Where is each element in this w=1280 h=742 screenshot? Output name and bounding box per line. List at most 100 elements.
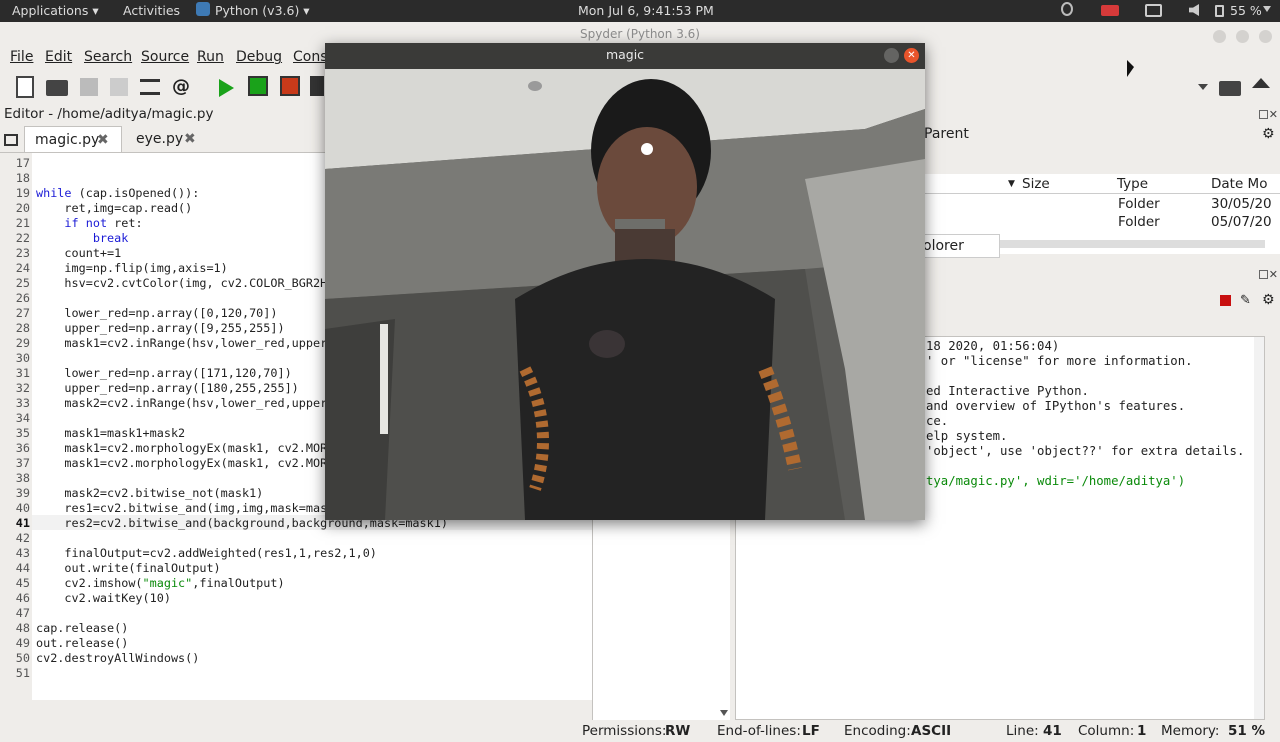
code-line[interactable]: ret,img=cap.read()	[36, 201, 192, 215]
line-number: 44	[15, 561, 30, 575]
line-number: 49	[15, 636, 30, 650]
activities-button[interactable]: Activities	[123, 3, 180, 18]
code-line[interactable]: out.release()	[36, 636, 128, 650]
tab-file-explorer[interactable]: olorer	[920, 234, 1000, 258]
at-icon[interactable]: @	[172, 76, 194, 98]
code-line[interactable]: upper_red=np.array([9,255,255])	[36, 321, 284, 335]
line-number: 23	[15, 246, 30, 260]
close-tab-icon[interactable]: ✖	[184, 126, 196, 152]
code-line[interactable]: out.write(finalOutput)	[36, 561, 220, 575]
tab-eye-py[interactable]: eye.py ✖	[126, 126, 216, 152]
code-line[interactable]: cv2.destroyAllWindows()	[36, 651, 199, 665]
list-icon[interactable]	[140, 79, 160, 95]
console-scrollbar[interactable]	[1254, 337, 1264, 719]
maximize-button[interactable]	[1236, 30, 1250, 43]
code-line[interactable]: mask2=cv2.bitwise_not(mask1)	[36, 486, 263, 500]
menu-debug[interactable]: Debug	[236, 49, 282, 65]
code-line[interactable]: res1=cv2.bitwise_and(img,img,mask=mask2)	[36, 501, 348, 515]
run-cell-advance-icon[interactable]	[280, 76, 300, 96]
stop-kernel-icon[interactable]	[1220, 295, 1231, 306]
directory-dropdown-chevron-icon[interactable]	[1198, 84, 1208, 90]
save-icon[interactable]	[80, 78, 98, 96]
magic-window-titlebar[interactable]: magic ✕	[325, 43, 925, 69]
line-label: Line:	[1006, 723, 1039, 739]
line-number: 37	[15, 456, 30, 470]
column-size[interactable]: Size	[1022, 176, 1050, 192]
parent-directory-label[interactable]: Parent	[924, 126, 969, 142]
gear-icon[interactable]: ⚙	[1262, 292, 1275, 308]
browse-folder-icon[interactable]	[1219, 81, 1241, 96]
system-menu-chevron-icon[interactable]	[1263, 6, 1271, 12]
code-line[interactable]: break	[36, 231, 129, 245]
menu-edit[interactable]: Edit	[45, 49, 72, 65]
code-line[interactable]: count+=1	[36, 246, 121, 260]
close-button[interactable]	[1259, 30, 1272, 43]
code-line[interactable]: finalOutput=cv2.addWeighted(res1,1,res2,…	[36, 546, 377, 560]
clock[interactable]: Mon Jul 6, 9:41:53 PM	[578, 3, 714, 18]
minimize-button[interactable]	[884, 48, 899, 63]
line-number: 40	[15, 501, 30, 515]
menu-search[interactable]: Search	[84, 49, 132, 65]
run-icon[interactable]	[219, 79, 234, 97]
parent-directory-icon[interactable]	[1252, 78, 1270, 88]
tab-label: magic.py	[35, 132, 100, 148]
menu-file[interactable]: File	[10, 49, 33, 65]
sort-chevron-icon[interactable]: ▼	[1008, 179, 1015, 189]
column-date[interactable]: Date Mo	[1211, 176, 1267, 192]
code-line[interactable]: lower_red=np.array([171,120,70])	[36, 366, 291, 380]
menu-consoles[interactable]: Cons	[293, 49, 328, 65]
code-line[interactable]: mask1=cv2.inRange(hsv,lower_red,upper_re…	[36, 336, 362, 350]
gear-icon[interactable]: ⚙	[1262, 126, 1275, 142]
code-line[interactable]: mask2=cv2.inRange(hsv,lower_red,upper_re…	[36, 396, 362, 410]
run-cell-icon[interactable]	[248, 76, 268, 96]
file-row-type[interactable]: Folder	[1118, 214, 1160, 230]
python-app-menu[interactable]: Python (v3.6) ▾	[215, 3, 310, 18]
new-file-icon[interactable]	[16, 76, 34, 98]
undock-icon[interactable]	[1259, 110, 1268, 119]
close-pane-icon[interactable]: ✕	[1269, 108, 1278, 121]
save-all-icon[interactable]	[110, 78, 128, 96]
screen-icon[interactable]	[1145, 4, 1162, 17]
clear-console-icon[interactable]: ✎	[1240, 293, 1251, 308]
volume-icon[interactable]	[1189, 4, 1199, 16]
menu-run[interactable]: Run	[197, 49, 224, 65]
code-line[interactable]: cv2.imshow("magic",finalOutput)	[36, 576, 284, 590]
code-line[interactable]: lower_red=np.array([0,120,70])	[36, 306, 277, 320]
open-file-icon[interactable]	[46, 80, 68, 96]
run-selection-icon[interactable]	[310, 76, 324, 96]
scroll-down-icon[interactable]	[720, 710, 728, 716]
file-row-date[interactable]: 05/07/20	[1211, 214, 1272, 230]
console-line: ed Interactive Python.	[926, 384, 1089, 398]
close-pane-icon[interactable]: ✕	[1269, 268, 1278, 281]
permissions-value: RW	[665, 723, 691, 739]
applications-menu[interactable]: Applications ▾	[12, 3, 99, 18]
line-number: 29	[15, 336, 30, 350]
undock-icon[interactable]	[1259, 270, 1268, 279]
code-line[interactable]: while (cap.isOpened()):	[36, 186, 199, 200]
code-line[interactable]: if not ret:	[36, 216, 142, 230]
code-line[interactable]: cap.release()	[36, 621, 128, 635]
window-title-text: Spyder (Python 3.6)	[580, 27, 700, 41]
camera-icon[interactable]	[1101, 5, 1119, 16]
browse-tabs-icon[interactable]	[4, 134, 18, 146]
tab-magic-py[interactable]: magic.py ✖	[24, 126, 122, 152]
memory-label: Memory:	[1161, 723, 1220, 739]
code-line[interactable]: img=np.flip(img,axis=1)	[36, 261, 227, 275]
console-line: ce.	[926, 414, 949, 428]
code-line[interactable]: cv2.waitKey(10)	[36, 591, 171, 605]
battery-icon[interactable]	[1215, 5, 1224, 17]
close-tab-icon[interactable]: ✖	[97, 127, 109, 153]
magic-video-window[interactable]: magic ✕	[325, 43, 925, 520]
accessibility-icon[interactable]	[1061, 2, 1073, 16]
file-row-type[interactable]: Folder	[1118, 196, 1160, 212]
code-line[interactable]: mask1=mask1+mask2	[36, 426, 185, 440]
minimize-button[interactable]	[1213, 30, 1227, 43]
close-button[interactable]: ✕	[904, 48, 919, 63]
column-type[interactable]: Type	[1117, 176, 1148, 192]
code-line[interactable]: upper_red=np.array([180,255,255])	[36, 381, 298, 395]
menu-source[interactable]: Source	[141, 49, 189, 65]
code-line[interactable]: hsv=cv2.cvtColor(img, cv2.COLOR_BGR2HSV)	[36, 276, 348, 290]
line-number: 27	[15, 306, 30, 320]
line-number: 20	[15, 201, 30, 215]
file-row-date[interactable]: 30/05/20	[1211, 196, 1272, 212]
